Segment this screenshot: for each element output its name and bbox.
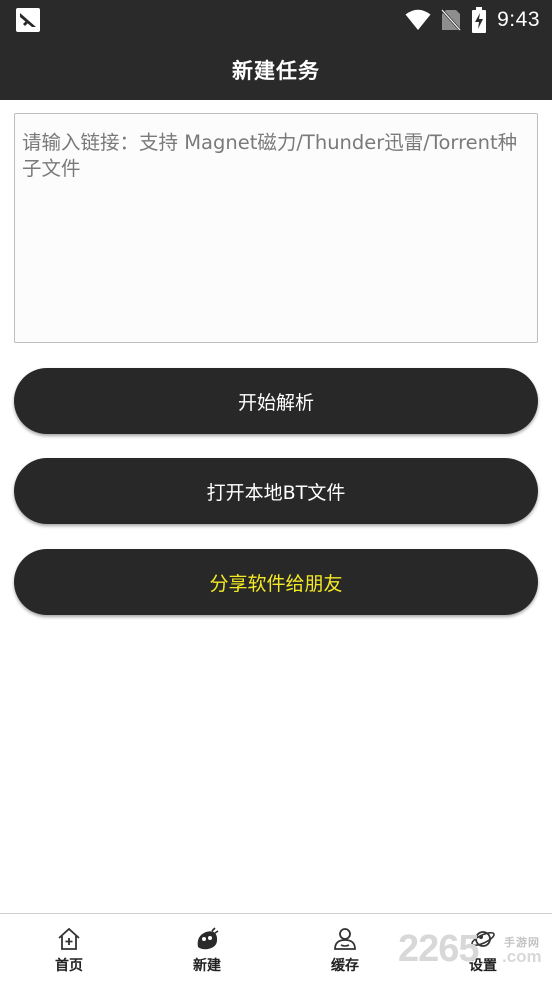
status-bar: 9:43 [0,0,552,40]
nav-item-cache[interactable]: 缓存 [276,914,414,981]
nav-item-home[interactable]: 首页 [0,914,138,981]
status-time: 9:43 [497,8,540,31]
battery-charging-icon [472,7,487,33]
open-local-bt-file-button[interactable]: 打开本地BT文件 [14,458,538,524]
wifi-icon [405,9,431,30]
share-app-button[interactable]: 分享软件给朋友 [14,549,538,615]
home-icon [58,927,80,950]
watermark-number: 2265 [398,928,480,970]
nav-label-new: 新建 [193,958,221,974]
site-watermark: 2265 手游网 .com [398,928,552,972]
cache-user-icon [334,928,356,950]
page-title: 新建任务 [232,59,320,83]
new-task-icon [197,927,219,950]
no-sim-icon [441,9,462,31]
nav-item-new[interactable]: 新建 [138,914,276,981]
start-parse-button[interactable]: 开始解析 [14,368,538,434]
nav-label-cache: 缓存 [331,958,359,974]
watermark-domain: .com [502,947,542,966]
nav-label-home: 首页 [55,958,83,974]
notification-app-icon [16,8,40,32]
link-input[interactable] [14,113,538,343]
app-bar: 新建任务 [0,40,552,100]
